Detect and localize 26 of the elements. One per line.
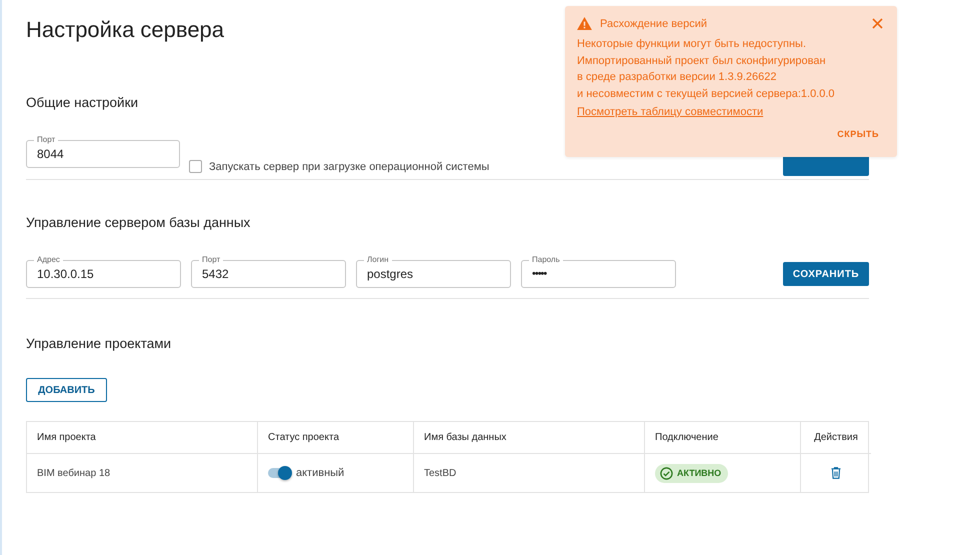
column-header: Действия xyxy=(801,422,871,454)
warning-icon xyxy=(577,17,592,30)
page-title: Настройка сервера xyxy=(26,16,224,43)
toast-text: Импортированный проект был сконфигурирован xyxy=(577,54,827,68)
status-switch[interactable] xyxy=(268,468,290,478)
check-circle-icon xyxy=(660,466,673,480)
toast-text: Некоторые функции могут быть недоступны. xyxy=(577,37,808,52)
status-chip: АКТИВНО xyxy=(655,464,728,482)
checkbox-label: Запускать сервер при загрузке операционной системы xyxy=(209,160,490,172)
section-heading: Управление проектами xyxy=(26,336,172,351)
section-heading: Общие настройки xyxy=(26,95,138,110)
toast-text: и несовместим с текущей версией сервера:1.0.0.0 xyxy=(577,86,836,102)
delete-icon[interactable] xyxy=(831,467,841,479)
status-label: активный xyxy=(296,467,344,479)
toast-title: Расхождение версий xyxy=(600,18,707,30)
save-button[interactable]: СОХРАНИТЬ xyxy=(783,262,869,286)
column-header: Подключение xyxy=(645,422,801,454)
table-cell: TestBD xyxy=(414,454,645,492)
column-header: Имя проекта xyxy=(27,422,258,454)
toast-text: в среде разработки версии 1.3.9.26622 xyxy=(577,70,778,85)
column-header: Статус проекта xyxy=(258,422,414,454)
add-button[interactable]: ДОБАВИТЬ xyxy=(26,378,107,402)
checkbox[interactable] xyxy=(189,160,202,173)
section-heading: Управление сервером базы данных xyxy=(26,215,250,230)
column-header: Имя базы данных xyxy=(414,422,645,454)
table-cell: BIM вебинар 18 xyxy=(27,454,258,492)
